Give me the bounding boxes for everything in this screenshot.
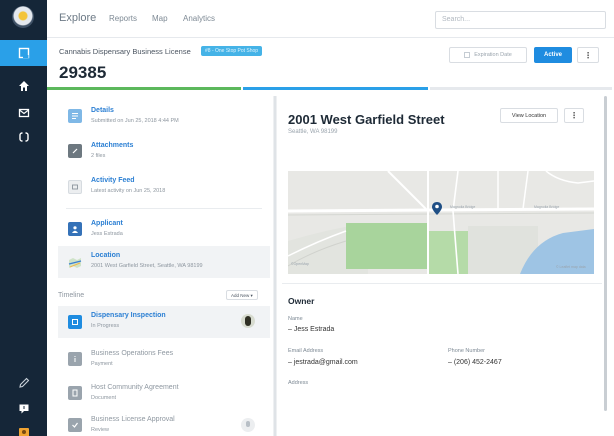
phone-label: Phone Number <box>448 348 485 354</box>
brand-title[interactable]: Explore <box>59 12 96 24</box>
sidebar-item-applicant[interactable]: Applicant Jess Estrada <box>58 216 270 242</box>
app-window: Explore Reports Map Analytics Search... … <box>0 0 614 436</box>
team-icon[interactable] <box>0 73 47 99</box>
activity-subtitle: Latest activity on Jun 25, 2018 <box>91 188 166 194</box>
activity-title: Activity Feed <box>91 177 135 184</box>
edit-icon[interactable] <box>0 370 47 396</box>
map-street-label: Magnolia Bridge <box>534 205 560 209</box>
details-title: Details <box>91 107 114 114</box>
info-icon <box>68 352 82 366</box>
expiration-date-label: Expiration Date <box>474 52 512 58</box>
add-new-button[interactable]: Add New ▾ <box>226 290 258 300</box>
progress-segment-current <box>243 87 428 90</box>
tab-reports[interactable]: Reports <box>109 14 137 23</box>
location-subtitle: 2001 West Garfield Street, Seattle, WA 9… <box>91 263 203 269</box>
record-progress-bar <box>47 87 614 90</box>
expiration-date-button[interactable]: Expiration Date <box>449 47 527 63</box>
record-sidebar: Details Submitted on Jun 25, 2018 4:44 P… <box>58 96 270 436</box>
sidebar-item-attachments[interactable]: Attachments 2 files <box>58 138 270 162</box>
timeline-item-subtitle: In Progress <box>91 323 120 329</box>
inbox-icon[interactable] <box>0 100 47 126</box>
name-label: Name <box>288 316 303 322</box>
timeline-item-subtitle: Payment <box>91 361 113 367</box>
record-more-button[interactable]: ⋮ <box>577 47 599 63</box>
user-avatar[interactable] <box>0 418 47 436</box>
paperclip-icon <box>68 144 82 158</box>
tab-analytics[interactable]: Analytics <box>183 14 215 23</box>
divider <box>282 283 602 284</box>
map-icon <box>68 256 82 270</box>
sync-icon[interactable] <box>0 124 47 150</box>
left-rail <box>0 0 47 436</box>
unassigned-avatar[interactable] <box>241 418 255 432</box>
record-type-label: Cannabis Dispensary Business License <box>59 47 191 56</box>
record-id: 29385 <box>59 63 107 82</box>
tab-map[interactable]: Map <box>152 14 168 23</box>
location-detail-panel: 2001 West Garfield Street Seattle, WA 98… <box>282 96 602 436</box>
owner-heading: Owner <box>288 296 315 306</box>
email-label: Email Address <box>288 348 324 354</box>
assignee-avatar[interactable] <box>241 314 255 328</box>
timeline-item-fees[interactable]: Business Operations Fees Payment <box>58 346 270 372</box>
map-credit-left: ©OpenMap <box>291 262 309 266</box>
document-icon <box>68 386 82 400</box>
progress-segment-pending <box>429 87 612 90</box>
attachments-title: Attachments <box>91 142 134 149</box>
location-title: Location <box>91 252 121 259</box>
location-map[interactable]: Magnolia Bridge Magnolia Bridge <box>288 171 594 274</box>
checkmark-icon <box>68 418 82 432</box>
sidebar-item-activity-feed[interactable]: Activity Feed Latest activity on Jun 25,… <box>58 174 270 198</box>
pane-splitter[interactable] <box>273 96 277 436</box>
name-value: – Jess Estrada <box>288 326 335 333</box>
inspection-icon <box>68 315 82 329</box>
divider <box>66 208 262 209</box>
map-pin-icon <box>432 202 442 215</box>
status-active-button[interactable]: Active <box>534 47 572 63</box>
timeline-item-subtitle: Review <box>91 427 110 433</box>
timeline-item-title: Business License Approval <box>91 416 175 423</box>
timeline-header: Timeline <box>58 292 85 299</box>
map-credit-right: © Leaflet map data <box>556 265 586 269</box>
timeline-item-approval[interactable]: Business License Approval Review <box>58 412 270 436</box>
sidebar-item-details[interactable]: Details Submitted on Jun 25, 2018 4:44 P… <box>58 104 270 128</box>
address-label: Address <box>288 380 309 386</box>
timeline-item-subtitle: Document <box>91 395 117 401</box>
app-logo[interactable] <box>12 6 34 28</box>
email-value[interactable]: – jestrada@gmail.com <box>288 359 358 366</box>
applicant-subtitle: Jess Estrada <box>91 231 123 237</box>
top-bar: Explore Reports Map Analytics Search... <box>47 0 614 38</box>
applicant-title: Applicant <box>91 220 123 227</box>
attachments-subtitle: 2 files <box>91 153 106 159</box>
timeline-item-title: Host Community Agreement <box>91 384 179 391</box>
right-scrollbar[interactable] <box>603 96 608 416</box>
records-icon[interactable] <box>0 40 47 66</box>
timeline-item-inspection[interactable]: Dispensary Inspection In Progress <box>58 308 270 336</box>
record-tag-badge[interactable]: #8 - One Stop Pot Shop <box>201 46 263 56</box>
details-icon <box>68 109 82 123</box>
sidebar-item-location[interactable]: Location 2001 West Garfield Street, Seat… <box>58 248 270 276</box>
checkbox-icon <box>464 52 471 58</box>
location-city: Seattle, WA 98199 <box>288 129 338 135</box>
location-heading: 2001 West Garfield Street <box>288 112 445 127</box>
view-location-button[interactable]: View Location <box>500 108 558 123</box>
activity-icon <box>68 180 82 194</box>
timeline-item-title: Dispensary Inspection <box>91 312 166 319</box>
record-header: Cannabis Dispensary Business License #8 … <box>47 38 614 90</box>
progress-segment-complete <box>47 87 242 90</box>
person-icon <box>68 222 82 236</box>
timeline-item-title: Business Operations Fees <box>91 350 174 357</box>
map-street-label: Magnolia Bridge <box>450 205 476 209</box>
location-more-button[interactable]: ⋮ <box>564 108 584 123</box>
details-subtitle: Submitted on Jun 25, 2018 4:44 PM <box>91 118 179 124</box>
search-input[interactable]: Search... <box>435 11 606 29</box>
phone-value[interactable]: – (206) 452-2467 <box>448 359 502 366</box>
timeline-item-agreement[interactable]: Host Community Agreement Document <box>58 380 270 406</box>
